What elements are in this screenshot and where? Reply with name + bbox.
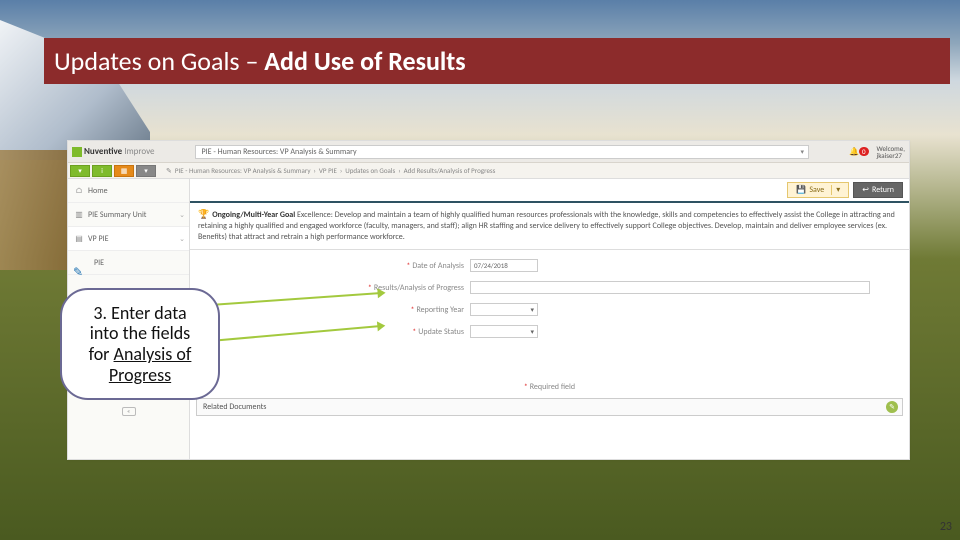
label-results: *Results/Analysis of Progress	[190, 283, 470, 293]
sidenav-home-label: Home	[88, 186, 108, 196]
results-label-text: Results/Analysis of Progress	[374, 283, 464, 293]
breadcrumb-sep-icon: ›	[340, 166, 342, 175]
page-number: 23	[940, 520, 952, 534]
slide-title: Updates on Goals – Add Use of Results	[54, 45, 466, 77]
row-results: *Results/Analysis of Progress	[190, 278, 909, 298]
save-label: Save	[809, 185, 824, 195]
save-caret-icon[interactable]: ▾	[831, 185, 840, 195]
instruction-callout: 3. Enter data into the fields for Analys…	[60, 288, 220, 400]
sidenav-home[interactable]: ⌂ Home	[68, 179, 189, 203]
breadcrumb-sep-icon: ›	[398, 166, 400, 175]
goal-box: 🏆Ongoing/Multi-Year Goal Excellence: Dev…	[190, 203, 909, 250]
logo-mark-icon	[72, 147, 82, 157]
status-label-text: Update Status	[418, 327, 464, 337]
topbar-right: 🔔0 Welcome, jkaiser27	[849, 145, 905, 159]
edit-pen-icon: ✎	[73, 265, 83, 280]
callout-u1: Analysis of	[114, 343, 192, 365]
required-star-icon: *	[368, 283, 372, 293]
sidenav-vppie[interactable]: ▤ VP PIE ⌄	[68, 227, 189, 251]
required-star-icon: *	[412, 327, 416, 337]
app-logo: Nuventive Improve	[72, 146, 155, 157]
sidenav-sub[interactable]: PIE	[68, 251, 189, 275]
chevron-down-icon: ⌄	[179, 210, 185, 219]
year-label-text: Reporting Year	[416, 305, 464, 315]
sidenav-vppie-label: VP PIE	[88, 234, 109, 244]
doc-icon: ▤	[74, 234, 84, 244]
trophy-icon: 🏆	[198, 209, 209, 220]
callout-line2: into the fields	[90, 322, 190, 344]
nav-iconbar: ▾ i ▦ ▾ ✎ PIE - Human Resources: VP Anal…	[68, 163, 909, 179]
row-date: *Date of Analysis 07/24/2018	[190, 256, 909, 276]
results-input[interactable]	[470, 281, 870, 294]
callout-u2: Progress	[109, 364, 171, 386]
breadcrumb-4: Add Results/Analysis of Progress	[404, 166, 496, 175]
home-icon: ⌂	[74, 186, 84, 196]
sidenav-expander: «	[68, 405, 189, 417]
navicon-4[interactable]: ▾	[136, 165, 156, 177]
label-year: *Reporting Year	[190, 305, 470, 315]
required-star-icon: *	[410, 305, 414, 315]
title-bold: Add Use of Results	[264, 45, 465, 77]
logo-text-1: Nuventive	[84, 146, 122, 157]
date-label-text: Date of Analysis	[412, 261, 464, 271]
notification-badge: 0	[859, 147, 869, 156]
row-year: *Reporting Year	[190, 300, 909, 320]
date-input[interactable]: 07/24/2018	[470, 259, 538, 272]
label-status: *Update Status	[190, 327, 470, 337]
welcome-block[interactable]: Welcome, jkaiser27	[877, 145, 905, 159]
unit-picker-value: PIE - Human Resources: VP Analysis & Sum…	[202, 147, 357, 157]
action-row: 💾Save ▾ ↩Return	[190, 179, 909, 203]
callout-line1: 3. Enter data	[93, 302, 186, 324]
goal-text: Excellence: Develop and maintain a team …	[198, 210, 895, 242]
slide-title-bar: Updates on Goals – Add Use of Results	[44, 38, 950, 84]
return-label: Return	[872, 185, 894, 195]
notification-bell-icon[interactable]: 🔔0	[849, 147, 869, 157]
logo-text-2: Improve	[124, 146, 154, 157]
navicon-1[interactable]: ▾	[70, 165, 90, 177]
form-area: *Date of Analysis 07/24/2018 *Results/An…	[190, 250, 909, 459]
label-date: *Date of Analysis	[190, 261, 470, 271]
save-icon: 💾	[796, 185, 806, 195]
sidenav-summary[interactable]: ▥ PIE Summary Unit ⌄	[68, 203, 189, 227]
navicon-3[interactable]: ▦	[114, 165, 134, 177]
navicon-2[interactable]: i	[92, 165, 112, 177]
return-button[interactable]: ↩Return	[853, 182, 903, 198]
chevron-down-icon: ⌄	[179, 234, 185, 243]
columns-icon: ▥	[74, 210, 84, 220]
status-select[interactable]	[470, 325, 538, 338]
breadcrumb-pen-icon: ✎	[166, 166, 172, 175]
required-star-icon: *	[406, 261, 410, 271]
related-documents-bar[interactable]: Related Documents ✎	[196, 398, 903, 416]
save-button[interactable]: 💾Save ▾	[787, 182, 849, 198]
required-hint-text: Required field	[530, 382, 575, 392]
main-panel: 💾Save ▾ ↩Return 🏆Ongoing/Multi-Year Goal …	[190, 179, 909, 459]
breadcrumb-sep-icon: ›	[314, 166, 316, 175]
title-plain: Updates on Goals –	[54, 45, 264, 77]
breadcrumb: ✎ PIE - Human Resources: VP Analysis & S…	[156, 166, 909, 175]
goal-label: Ongoing/Multi-Year Goal	[212, 210, 295, 220]
date-value: 07/24/2018	[474, 261, 508, 270]
related-docs-label: Related Documents	[203, 402, 266, 412]
welcome-user: jkaiser27	[877, 152, 905, 159]
callout-line3: for	[89, 343, 114, 365]
callout-text: 3. Enter data into the fields for Analys…	[89, 303, 192, 386]
breadcrumb-1[interactable]: PIE - Human Resources: VP Analysis & Sum…	[175, 166, 311, 175]
app-topbar: Nuventive Improve PIE - Human Resources:…	[68, 141, 909, 163]
breadcrumb-2[interactable]: VP PIE	[319, 166, 337, 175]
breadcrumb-3[interactable]: Updates on Goals	[345, 166, 395, 175]
required-hint: * Required field	[190, 382, 909, 392]
sidenav-summary-label: PIE Summary Unit	[88, 210, 146, 220]
return-icon: ↩	[862, 185, 869, 195]
year-select[interactable]	[470, 303, 538, 316]
sidenav-sub-label: PIE	[94, 258, 104, 268]
expand-button[interactable]: «	[122, 407, 136, 416]
related-docs-action-icon[interactable]: ✎	[886, 401, 898, 413]
required-star-icon: *	[524, 382, 528, 392]
unit-picker-dropdown[interactable]: PIE - Human Resources: VP Analysis & Sum…	[195, 145, 809, 159]
